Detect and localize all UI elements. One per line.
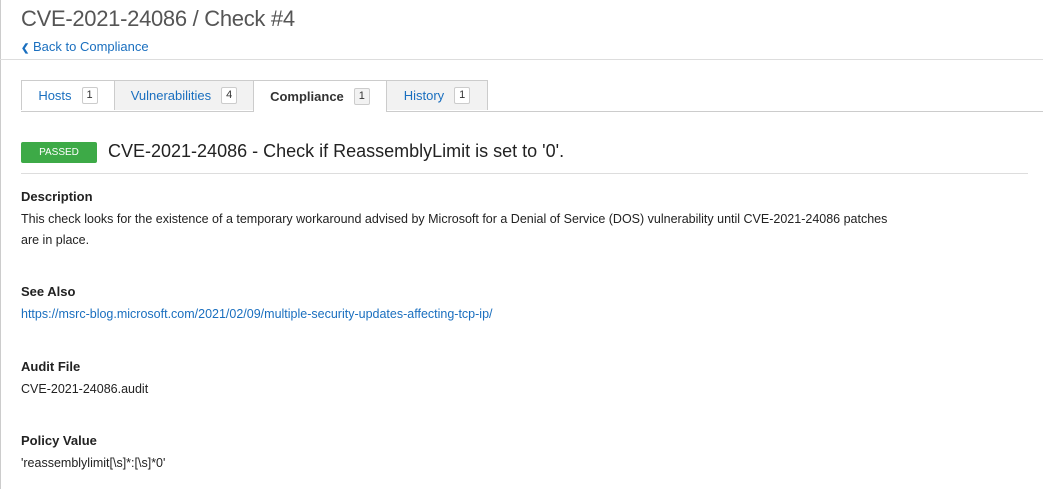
status-badge: PASSED: [21, 142, 97, 163]
back-label: Back to Compliance: [33, 39, 149, 54]
page-title: CVE-2021-24086 / Check #4: [21, 6, 295, 31]
section-heading: Description: [21, 189, 93, 204]
see-also-link[interactable]: https://msrc-blog.microsoft.com/2021/02/…: [21, 307, 493, 321]
divider: [0, 59, 1043, 60]
left-border: [0, 0, 1, 489]
audit-file-section: Audit File CVE-2021-24086.audit: [21, 359, 901, 400]
section-heading: Audit File: [21, 359, 81, 374]
tab-label: Hosts: [38, 88, 72, 103]
tab-label: History: [403, 88, 445, 103]
tab-count-badge: 1: [454, 87, 471, 104]
tab-label: Compliance: [270, 89, 344, 104]
tab-hosts[interactable]: Hosts 1: [21, 80, 115, 110]
see-also-section: See Also https://msrc-blog.microsoft.com…: [21, 284, 901, 325]
policy-value: 'reassemblylimit[\s]*:[\s]*0': [21, 456, 166, 470]
policy-value-section: Policy Value 'reassemblylimit[\s]*:[\s]*…: [21, 433, 901, 474]
tab-count-badge: 1: [353, 88, 370, 105]
tab-label: Vulnerabilities: [130, 88, 212, 103]
tab-count-badge: 4: [221, 87, 238, 104]
audit-file-value: CVE-2021-24086.audit: [21, 382, 149, 396]
description-text: This check looks for the existence of a …: [21, 212, 888, 247]
back-to-compliance-link[interactable]: ❮ Back to Compliance: [21, 39, 149, 54]
tab-vulnerabilities[interactable]: Vulnerabilities 4: [114, 80, 254, 110]
divider: [21, 173, 1028, 174]
chevron-left-icon: ❮: [21, 43, 30, 54]
check-title: CVE-2021-24086 - Check if ReassemblyLimi…: [108, 141, 565, 161]
tab-compliance[interactable]: Compliance 1: [253, 80, 387, 112]
tab-count-badge: 1: [81, 87, 98, 104]
tab-bar: Hosts 1 Vulnerabilities 4 Compliance 1 Hist…: [21, 80, 488, 112]
description-section: Description This check looks for the exi…: [21, 189, 901, 251]
section-heading: Policy Value: [21, 433, 97, 448]
tab-history[interactable]: History 1: [386, 80, 488, 110]
section-heading: See Also: [21, 284, 76, 299]
tab-baseline: [21, 111, 1043, 112]
